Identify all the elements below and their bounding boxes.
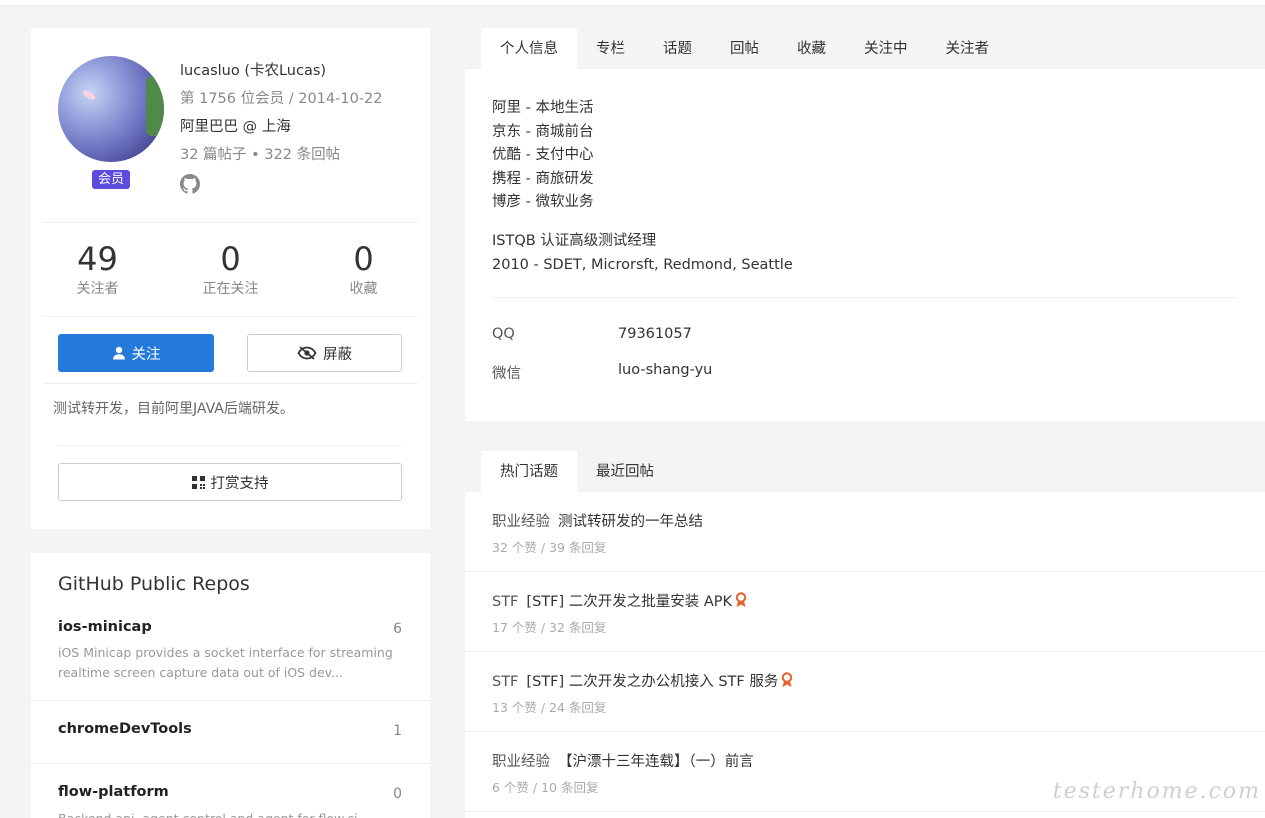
avatar[interactable]	[58, 56, 164, 162]
tab-columns[interactable]: 专栏	[577, 28, 644, 70]
divider	[43, 316, 418, 317]
work-line: 阿里 - 本地生活	[492, 100, 594, 116]
stat-label: 关注者	[76, 281, 119, 297]
certification: ISTQB 认证高级测试经理 2010 - SDET, Microrsft, R…	[492, 230, 793, 277]
profile-bio: 测试转开发，目前阿里JAVA后端研发。	[53, 401, 294, 417]
tab-replies[interactable]: 回帖	[711, 28, 778, 70]
tab-topics[interactable]: 话题	[644, 28, 711, 70]
eye-slash-icon	[297, 346, 317, 360]
contact-qq: QQ 79361057	[492, 326, 692, 342]
topic-title[interactable]: STF [STF] 二次开发之批量安装 APK	[492, 590, 747, 611]
company-location: 阿里巴巴 @ 上海	[180, 119, 291, 135]
work-line: 博彦 - 微软业务	[492, 194, 594, 210]
stat-favorites[interactable]: 0 收藏	[297, 240, 430, 298]
topic-meta: 32 个赞 / 39 条回复	[492, 540, 607, 555]
stat-following[interactable]: 0 正在关注	[164, 240, 297, 298]
follow-label: 关注	[131, 346, 161, 363]
award-icon	[735, 592, 747, 607]
tab-profile-info[interactable]: 个人信息	[481, 28, 577, 70]
stat-label: 收藏	[349, 281, 378, 297]
tab-followers[interactable]: 关注者	[927, 28, 1009, 70]
cert-line: 2010 - SDET, Microrsft, Redmond, Seattle	[492, 256, 793, 273]
github-icon[interactable]	[180, 174, 200, 194]
topic-node[interactable]: 职业经验	[492, 514, 550, 530]
contact-wechat: 微信 luo-shang-yu	[492, 362, 712, 383]
topic-title-text[interactable]: [STF] 二次开发之批量安装 APK	[526, 594, 732, 610]
tab-favorites[interactable]: 收藏	[778, 28, 845, 70]
topic-item[interactable]: STF [STF] 二次开发之办公机接入 STF 服务 13 个赞 / 24 条回…	[465, 652, 1265, 732]
work-line: 优酷 - 支付中心	[492, 147, 594, 163]
contact-key: QQ	[492, 326, 515, 342]
repo-name[interactable]: chromeDevTools	[58, 721, 192, 737]
topic-title-text[interactable]: [STF] 二次开发之办公机接入 STF 服务	[526, 674, 778, 690]
work-line: 携程 - 商旅研发	[492, 170, 594, 187]
block-label: 屏蔽	[323, 346, 352, 363]
profile-tabs: 个人信息 专栏 话题 回帖 收藏 关注中 关注者	[481, 28, 1008, 70]
user-icon	[112, 346, 125, 360]
repo-name[interactable]: flow-platform	[58, 784, 169, 800]
topics-panel: 职业经验 测试转研发的一年总结 32 个赞 / 39 条回复 STF [STF] 二…	[465, 492, 1265, 818]
contact-key: 微信	[492, 366, 521, 382]
divider	[31, 700, 430, 701]
profile-info: lucasluo (卡农Lucas) 第 1756 位会员 / 2014-10-…	[180, 57, 383, 169]
tab-recent-replies[interactable]: 最近回帖	[577, 451, 673, 493]
member-number: 第 1756 位会员 / 2014-10-22	[180, 91, 383, 107]
contact-value: 79361057	[618, 326, 692, 342]
topic-node[interactable]: STF	[492, 674, 518, 690]
repo-description: Backend api, agent control and agent for…	[58, 809, 408, 818]
donate-button[interactable]: 打赏支持	[58, 463, 402, 501]
repo-star-count: 1	[393, 723, 402, 739]
stat-number: 0	[353, 240, 374, 278]
profile-stats: 49 关注者 0 正在关注 0 收藏	[31, 240, 430, 298]
repo-name[interactable]: ios-minicap	[58, 619, 152, 635]
cert-line: ISTQB 认证高级测试经理	[492, 233, 657, 249]
work-line: 京东 - 商城前台	[492, 123, 594, 140]
repo-star-count: 0	[393, 786, 402, 802]
topic-meta: 6 个赞 / 10 条回复	[492, 780, 599, 795]
topic-item[interactable]: STF [STF] 二次开发之批量安装 APK 17 个赞 / 32 条回复	[465, 572, 1265, 652]
qrcode-icon	[191, 475, 205, 489]
topic-tabs: 热门话题 最近回帖	[481, 451, 673, 493]
topic-item[interactable]: 职业经验 测试转研发的一年总结 32 个赞 / 39 条回复	[465, 492, 1265, 572]
stat-followers[interactable]: 49 关注者	[31, 240, 164, 298]
divider	[43, 222, 418, 223]
member-badge: 会员	[92, 170, 130, 189]
divider	[43, 383, 418, 384]
site-watermark: testerhome.com	[1052, 779, 1261, 804]
repo-star-count: 6	[393, 621, 402, 637]
contact-value: luo-shang-yu	[618, 362, 713, 378]
work-history: 阿里 - 本地生活 京东 - 商城前台 优酷 - 支付中心 携程 - 商旅研发 …	[492, 97, 593, 215]
post-counts: 32 篇帖子 • 322 条回帖	[180, 147, 341, 163]
stat-number: 0	[220, 240, 241, 278]
topic-meta: 13 个赞 / 24 条回复	[492, 700, 607, 715]
divider	[492, 297, 1238, 298]
topic-title[interactable]: 职业经验 测试转研发的一年总结	[492, 510, 703, 531]
profile-name: lucasluo (卡农Lucas)	[180, 63, 327, 79]
topic-title-text[interactable]: 【沪漂十三年连载】（一）前言	[558, 754, 754, 770]
topic-node[interactable]: STF	[492, 594, 518, 610]
github-repos-card: GitHub Public Repos ios-minicap 6 iOS Mi…	[31, 553, 430, 818]
divider	[58, 445, 402, 446]
topic-meta: 17 个赞 / 32 条回复	[492, 620, 607, 635]
topic-title[interactable]: STF [STF] 二次开发之办公机接入 STF 服务	[492, 670, 793, 691]
repos-title: GitHub Public Repos	[58, 573, 250, 595]
stat-label: 正在关注	[202, 281, 259, 297]
block-button[interactable]: 屏蔽	[247, 334, 402, 372]
donate-label: 打赏支持	[210, 475, 269, 492]
tab-hot-topics[interactable]: 热门话题	[481, 451, 577, 493]
profile-card: 会员 lucasluo (卡农Lucas) 第 1756 位会员 / 2014-…	[31, 28, 430, 529]
profile-info-panel: 阿里 - 本地生活 京东 - 商城前台 优酷 - 支付中心 携程 - 商旅研发 …	[465, 69, 1265, 421]
divider	[31, 763, 430, 764]
top-bar	[0, 0, 1265, 6]
topic-node[interactable]: 职业经验	[492, 754, 550, 770]
stat-number: 49	[77, 240, 118, 278]
follow-button[interactable]: 关注	[58, 334, 214, 372]
tab-following[interactable]: 关注中	[845, 28, 927, 70]
repo-description: iOS Minicap provides a socket interface …	[58, 645, 393, 680]
award-icon	[782, 672, 793, 687]
topic-title-text[interactable]: 测试转研发的一年总结	[558, 514, 703, 530]
topic-title[interactable]: 职业经验 【沪漂十三年连载】（一）前言	[492, 750, 754, 771]
